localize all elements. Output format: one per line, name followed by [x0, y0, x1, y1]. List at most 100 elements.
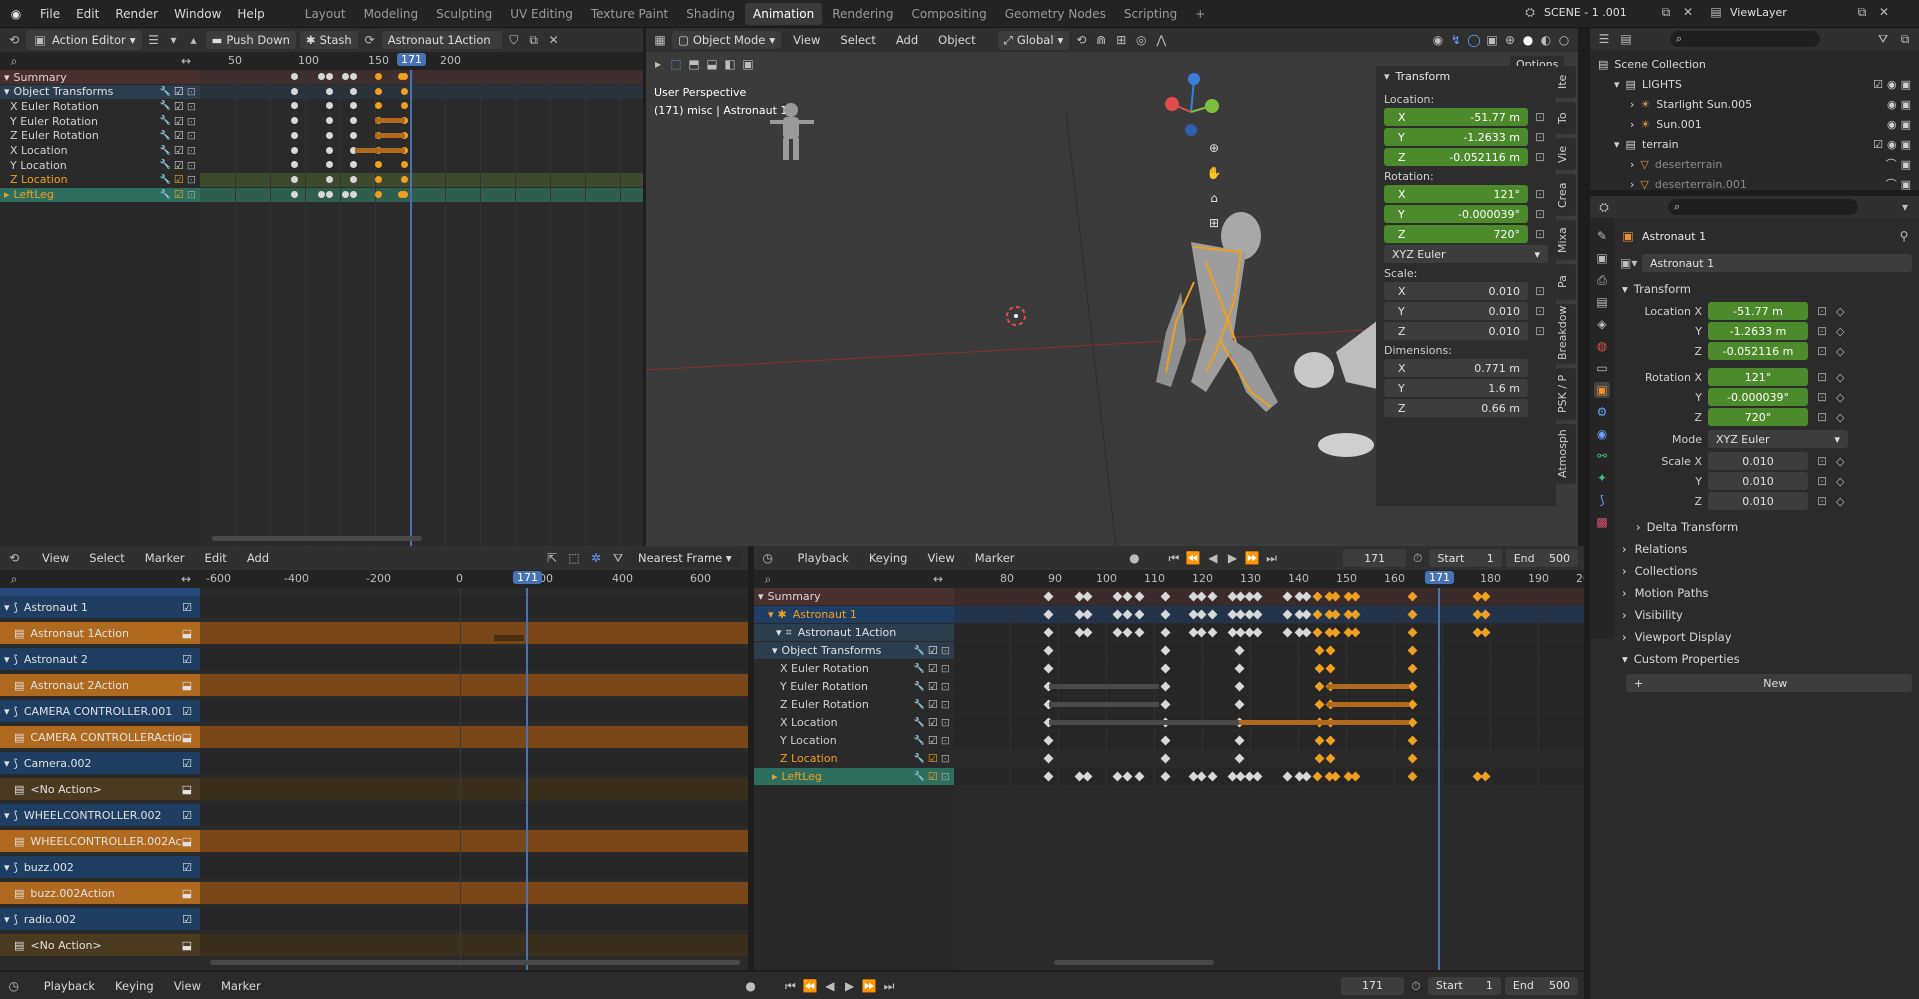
nla-track-action[interactable]: ▤ WHEELCONTROLLER.002Act ⬓ [0, 830, 200, 852]
keyframe-dot[interactable] [342, 190, 349, 198]
modifier-wrench-icon[interactable]: 🔧 [914, 664, 925, 674]
keyframe-dot[interactable] [375, 175, 382, 183]
keyframe-dot[interactable] [375, 190, 382, 198]
nla-track-action[interactable]: ▤ <No Action> ⬓ [0, 778, 200, 800]
keyframe-dot[interactable] [350, 131, 357, 139]
menu-edit[interactable]: Edit [197, 551, 235, 565]
editor-type-icon[interactable]: ⟲ [6, 32, 22, 48]
mute-checkbox-icon[interactable]: ☑ [928, 662, 938, 675]
mute-checkbox-icon[interactable]: ☑ [174, 173, 184, 186]
play-reverse-icon[interactable]: ◀ [1205, 550, 1221, 566]
workspace-tab-modeling[interactable]: Modeling [356, 3, 427, 25]
keyframe-dot[interactable] [291, 131, 298, 139]
channel-x-location[interactable]: X Location 🔧 ☑ ⊡ [0, 143, 200, 158]
channel-x-euler-rotation[interactable]: X Euler Rotation 🔧 ☑ ⊡ [0, 99, 200, 114]
scale-x-field[interactable]: X 0.010 [1384, 282, 1528, 300]
sidebar-tab-mixa[interactable]: Mixa [1556, 220, 1576, 260]
mute-checkbox-icon[interactable]: ☑ [174, 115, 184, 128]
visibility-icon[interactable]: ◉ [1430, 32, 1446, 48]
dopesheet-channel-channel[interactable]: Y Euler Rotation 🔧 ☑ ⊡ [754, 678, 954, 695]
sidebar-tab-vie[interactable]: Vie [1556, 138, 1576, 170]
keyframe-dot[interactable] [291, 190, 298, 198]
rotation-z-field[interactable]: 720° [1708, 408, 1808, 426]
nla-track-object[interactable]: ▾ ⟆ Camera.002 ☑ [0, 752, 200, 774]
menu-view[interactable]: View [919, 551, 962, 565]
push-down-button[interactable]: ▬ Push Down [205, 31, 296, 49]
nla-track-object[interactable]: ▾ ⟆ Astronaut 2 ☑ [0, 648, 200, 670]
dopesheet-keyframe-area[interactable] [954, 588, 1584, 970]
menu-keying[interactable]: Keying [107, 979, 162, 993]
workspace-tab-scripting[interactable]: Scripting [1116, 3, 1185, 25]
location-x-field[interactable]: X -51.77 m [1384, 108, 1528, 126]
menu-playback[interactable]: Playback [36, 979, 103, 993]
menu-window[interactable]: Window [166, 7, 229, 21]
menu-add[interactable]: Add [888, 33, 926, 47]
dopesheet-channel-bone[interactable]: ▸ LeftLeg 🔧 ☑ ⊡ [754, 768, 954, 785]
sidebar-tab-atmosph[interactable]: Atmosph [1556, 424, 1576, 484]
rendered-shading-icon[interactable]: ○ [1556, 32, 1572, 48]
modifier-wrench-icon[interactable]: 🔧 [914, 646, 925, 656]
channel-y-euler-rotation[interactable]: Y Euler Rotation 🔧 ☑ ⊡ [0, 114, 200, 129]
nla-track-object[interactable]: ▾ ⟆ WHEELCONTROLLER.002 ☑ [0, 804, 200, 826]
keyframe-diamond-icon[interactable]: ◇ [1836, 345, 1844, 358]
mute-checkbox-icon[interactable]: ☑ [174, 159, 184, 172]
lock-icon[interactable]: ⊡ [1814, 323, 1830, 339]
jump-end-icon[interactable]: ⏭ [1264, 550, 1280, 566]
frame-ruler[interactable]: 50 100 150 200 171 [200, 52, 643, 70]
nla-enable-checkbox-icon[interactable]: ☑ [182, 913, 192, 926]
nla-enable-checkbox-icon[interactable]: ☑ [182, 601, 192, 614]
lock-icon[interactable]: ⊡ [187, 159, 196, 172]
keyframe-dot[interactable] [291, 87, 298, 95]
properties-editor-icon[interactable]: ⛭ [1596, 199, 1612, 215]
keyframe-dot[interactable] [326, 73, 333, 80]
pivot-icon[interactable]: ⟲ [1073, 32, 1089, 48]
camera-icon[interactable]: ▣ [1901, 178, 1911, 191]
chevron-down-icon[interactable]: ▾ [768, 608, 774, 621]
scale-y-field[interactable]: 0.010 [1708, 472, 1808, 490]
mute-checkbox-icon[interactable]: ☑ [928, 752, 938, 765]
camera-icon[interactable]: ▣ [1901, 118, 1911, 131]
dopesheet-channel-action[interactable]: ▾ ⌗ Astronaut 1Action [754, 624, 954, 641]
lock-icon[interactable]: ⊡ [1532, 109, 1548, 125]
keyframe-dot[interactable] [342, 73, 349, 80]
lock-icon[interactable]: ⊡ [187, 85, 196, 98]
zoom-icon[interactable]: ⊕ [1206, 140, 1222, 156]
properties-search[interactable]: ⌕ [1668, 199, 1858, 215]
keyframe-dot[interactable] [291, 146, 298, 154]
modifier-wrench-icon[interactable]: 🔧 [914, 700, 925, 710]
chevron-down-icon[interactable]: ▾ [772, 644, 778, 657]
dopesheet-channel-channel[interactable]: X Location 🔧 ☑ ⊡ [754, 714, 954, 731]
filter-icon[interactable]: ⛛ [1875, 31, 1891, 47]
channel-summary[interactable]: ▾ Summary [0, 70, 200, 84]
collapse-arrows-icon[interactable]: ↔ [178, 571, 194, 587]
mute-checkbox-icon[interactable]: ☑ [174, 129, 184, 142]
object-name-field[interactable]: Astronaut 1 [1642, 254, 1912, 272]
physics-tab-icon[interactable]: ◉ [1594, 426, 1610, 442]
render-tab-icon[interactable]: ▣ [1594, 250, 1610, 266]
eye-icon[interactable]: ◉ [1887, 118, 1897, 131]
keyframe-dot[interactable] [291, 73, 298, 80]
mute-checkbox-icon[interactable]: ☑ [928, 698, 938, 711]
close-view-layer-icon[interactable]: ✕ [1876, 4, 1892, 20]
chevron-right-icon[interactable]: › [1630, 98, 1634, 111]
camera-view-icon[interactable]: ⌂ [1206, 190, 1222, 206]
include-selected-icon[interactable]: ✲ [588, 550, 604, 566]
orientation-dropdown[interactable]: ⤢ Global ▾ [997, 30, 1070, 50]
chevron-right-icon[interactable]: ▸ [4, 188, 10, 201]
lock-icon[interactable]: ⊡ [1532, 186, 1548, 202]
scale-z-field[interactable]: Z 0.010 [1384, 322, 1528, 340]
filter-icon[interactable]: ⛛ [610, 550, 626, 566]
mute-checkbox-icon[interactable]: ☑ [174, 144, 184, 157]
unlink-action-icon[interactable]: ✕ [546, 32, 562, 48]
menu-render[interactable]: Render [107, 7, 166, 21]
overlay-icon[interactable]: ◯ [1466, 32, 1482, 48]
sidebar-tab-ite[interactable]: Ite [1556, 66, 1576, 98]
lock-icon[interactable]: ⊡ [941, 698, 950, 711]
keyframe-dot[interactable] [401, 190, 408, 198]
chevron-down-icon[interactable]: ▾ [4, 71, 10, 84]
section-relations[interactable]: › Relations [1620, 538, 1912, 560]
channel-y-location[interactable]: Y Location 🔧 ☑ ⊡ [0, 158, 200, 173]
mute-checkbox-icon[interactable]: ☑ [928, 770, 938, 783]
scene-icon[interactable]: ⛭ [1522, 4, 1538, 20]
keyframe-dot[interactable] [375, 73, 382, 80]
